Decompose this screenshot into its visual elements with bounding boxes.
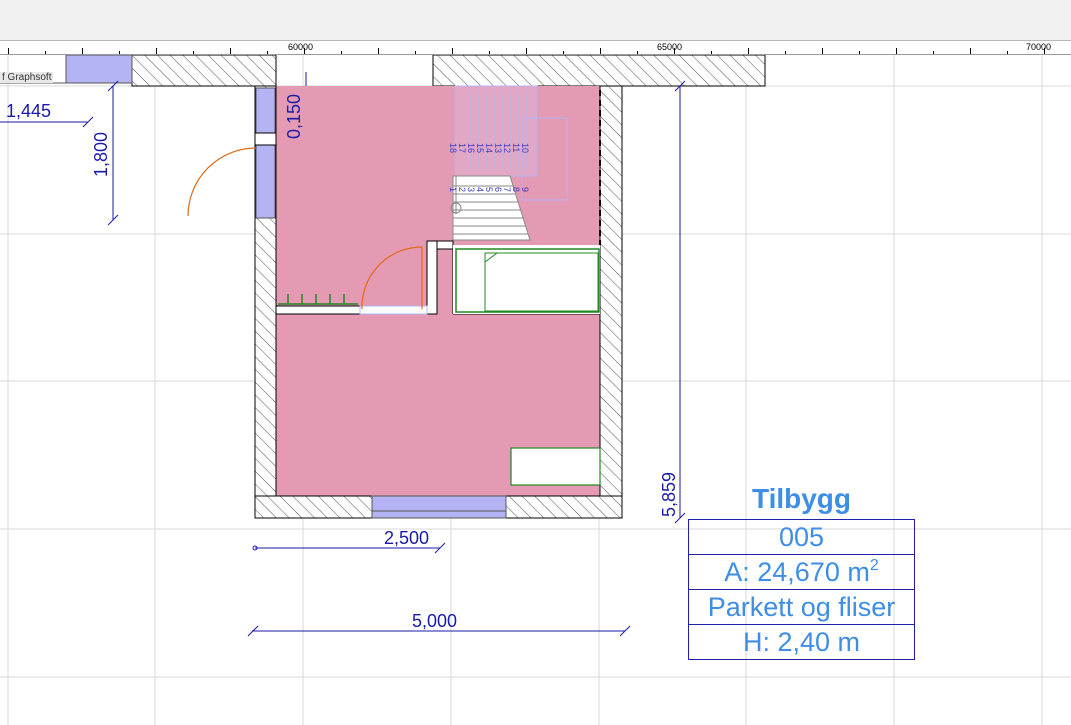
zone-area-superscript: 2 <box>869 557 879 574</box>
window-left <box>255 87 276 219</box>
wall-top-left <box>131 55 277 87</box>
ruler-tick <box>1007 51 1008 54</box>
ruler-tick <box>896 48 897 54</box>
toolbar-area <box>0 0 1071 41</box>
ruler-tick <box>193 51 194 54</box>
ruler-tick <box>415 51 416 54</box>
ruler-tick <box>304 48 305 54</box>
zone-area: A: 24,670 m2 <box>689 555 914 590</box>
zone-name: Tilbygg <box>751 483 852 514</box>
ruler-tick <box>600 48 601 54</box>
zone-number: 005 <box>689 520 914 555</box>
ruler-tick <box>230 48 231 54</box>
stair-numbers-upper: 18 17 16 15 14 13 12 11 10 <box>448 131 538 153</box>
ruler-label-65000: 65000 <box>657 42 683 52</box>
dimension-0150[interactable]: 0,150 <box>284 94 305 139</box>
ruler-tick <box>711 51 712 54</box>
cabinet <box>510 447 601 486</box>
ruler-tick <box>8 48 9 54</box>
stair-number: 9 <box>520 187 530 193</box>
ruler-tick <box>637 51 638 54</box>
window-bottom <box>371 495 507 519</box>
ruler-label-60000: 60000 <box>288 42 314 52</box>
ruler-tick <box>489 51 490 54</box>
dimension-5859[interactable]: 5,859 <box>659 472 680 517</box>
ruler-tick <box>452 48 453 54</box>
partition-wall-vertical <box>426 240 438 315</box>
ruler-tick <box>119 51 120 54</box>
zone-height: H: 2,40 m <box>742 627 861 657</box>
ruler-tick <box>1044 48 1045 54</box>
partition-wall-left <box>275 305 361 315</box>
dimension-1445[interactable]: 1,445 <box>6 101 51 122</box>
ruler-tick <box>267 51 268 54</box>
dimension-2500[interactable]: 2,500 <box>384 528 429 549</box>
ruler-tick <box>748 48 749 54</box>
dimension-1800[interactable]: 1,800 <box>91 132 112 177</box>
wall-top-right <box>432 55 766 87</box>
ruler-tick <box>526 48 527 54</box>
zone-material: Parkett og fliser <box>689 590 914 625</box>
ruler-tick <box>156 48 157 54</box>
ruler-tick <box>563 51 564 54</box>
stair-number: 10 <box>520 143 530 154</box>
layer-tag: f Graphsoft <box>0 72 54 83</box>
door-swing-left <box>187 147 257 217</box>
wall-right <box>599 85 623 519</box>
zone-info-table: 005 A: 24,670 m2 Parkett og fliser H: 2,… <box>688 519 915 660</box>
ruler-tick <box>970 48 971 54</box>
ruler-tick <box>341 51 342 54</box>
window-top-left <box>65 55 133 84</box>
ruler-tick <box>859 51 860 54</box>
drawing-canvas[interactable]: f Graphsoft 1,445 1,800 0,150 5,859 2,50… <box>0 55 1071 725</box>
dimension-5000[interactable]: 5,000 <box>412 611 457 632</box>
stair-numbers-lower: 1 2 3 4 5 6 7 8 9 <box>448 175 538 193</box>
horizontal-ruler[interactable]: 60000 65000 70000 <box>0 41 1071 55</box>
ruler-tick <box>822 48 823 54</box>
ruler-label-70000: 70000 <box>1026 42 1052 52</box>
ruler-tick <box>82 48 83 54</box>
ruler-tick <box>45 51 46 54</box>
ruler-tick <box>674 48 675 54</box>
ruler-tick <box>378 48 379 54</box>
ruler-tick <box>785 51 786 54</box>
zone-area-value: A: 24,670 m <box>724 557 870 587</box>
ruler-tick <box>933 51 934 54</box>
